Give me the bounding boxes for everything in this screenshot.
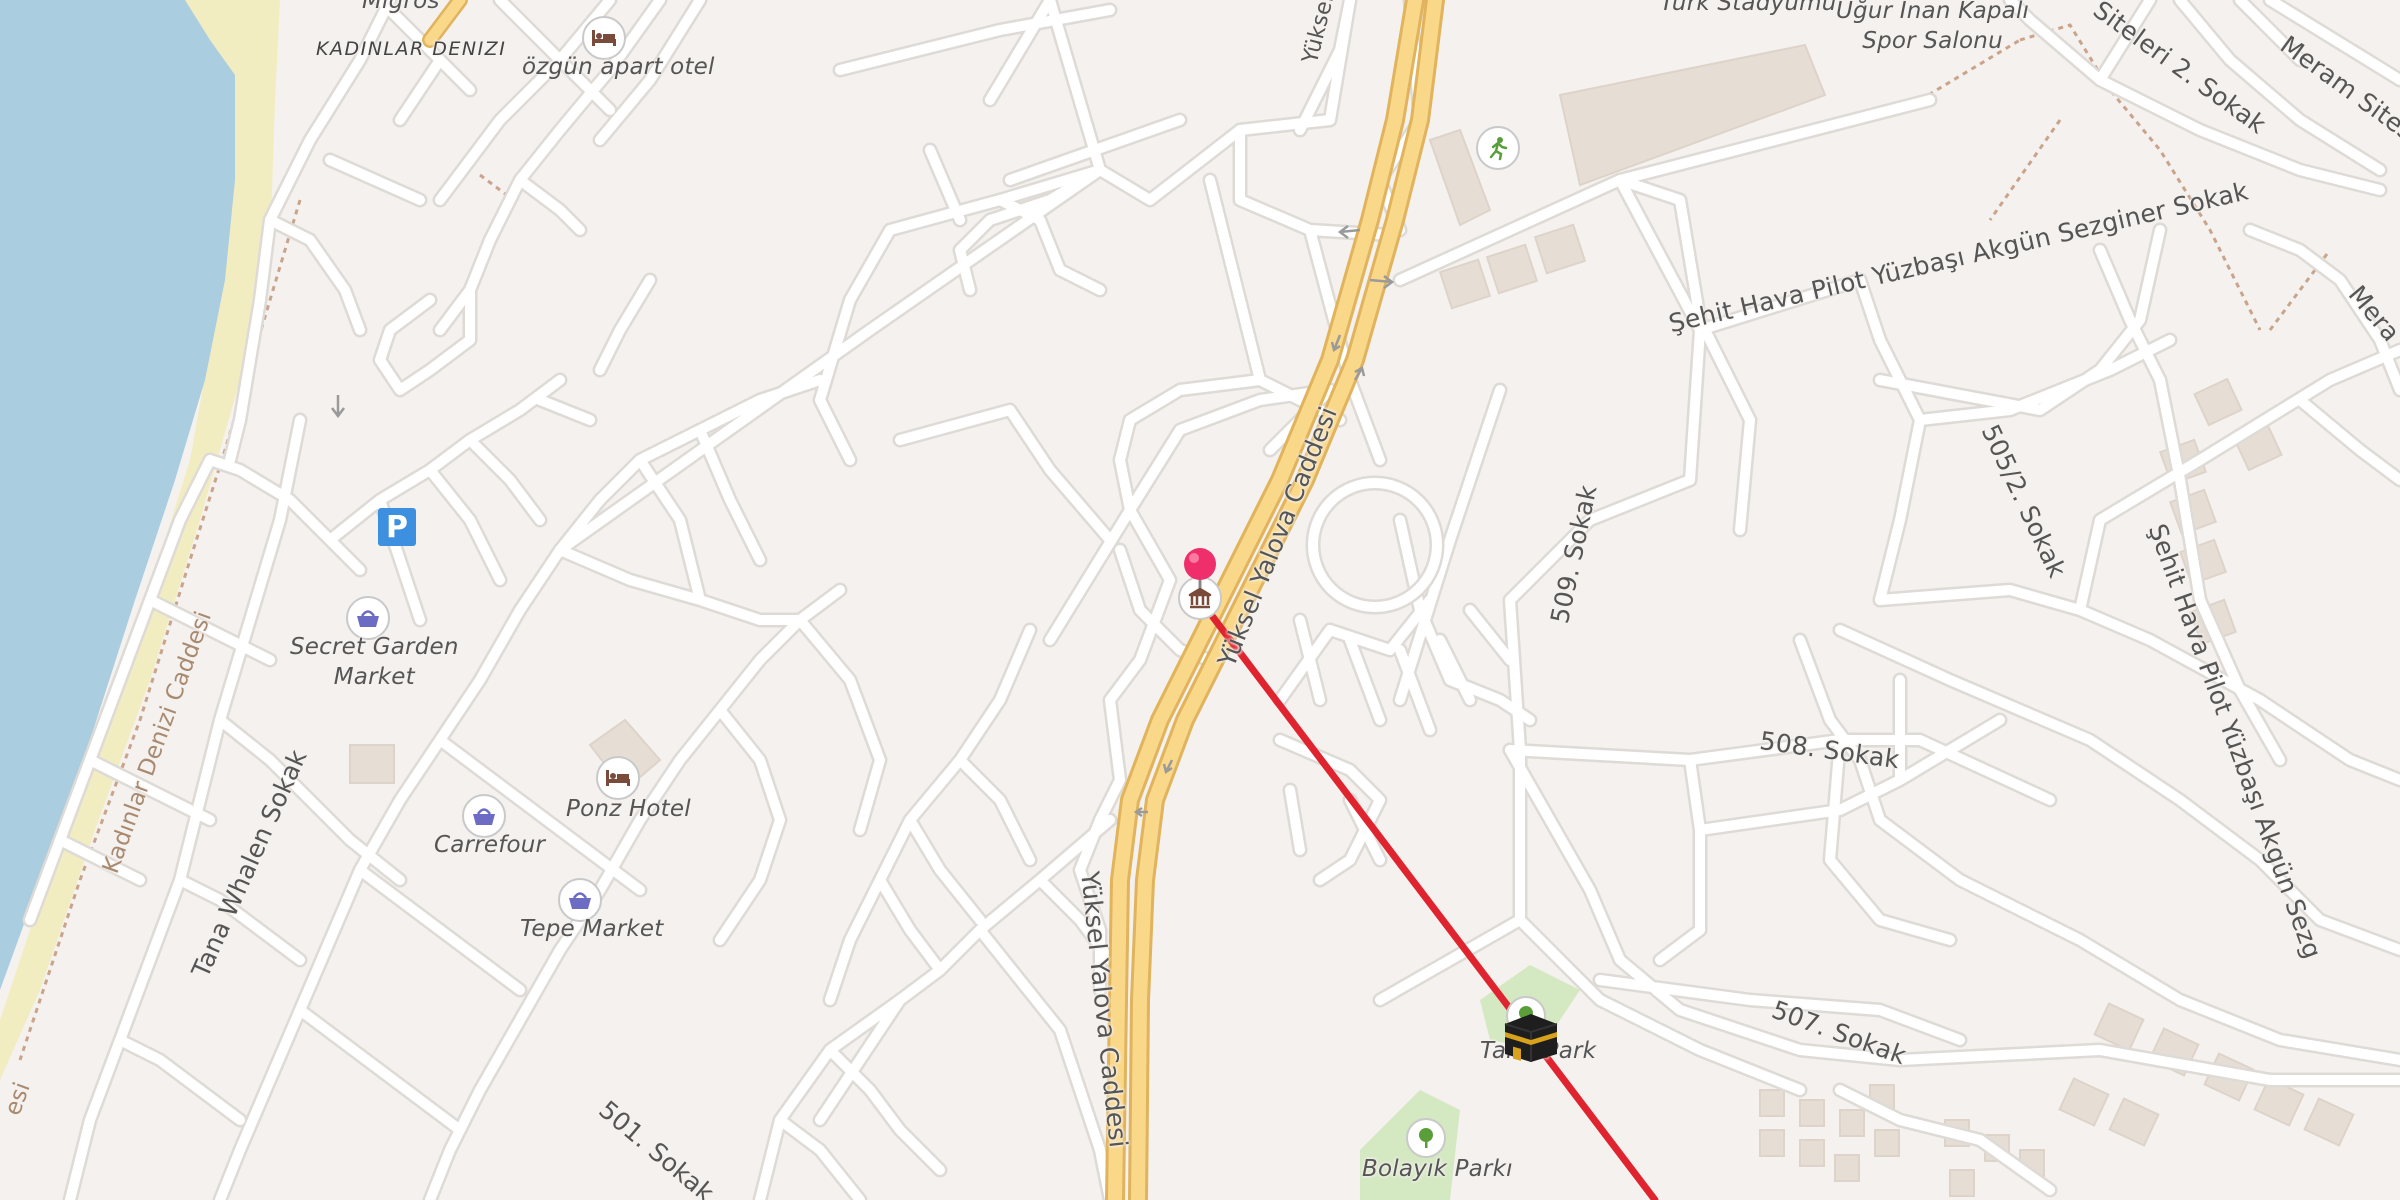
carrefour-label: Carrefour [434, 832, 546, 858]
park-tree-icon[interactable] [1406, 1118, 1446, 1158]
kaaba-icon[interactable] [1503, 1010, 1559, 1064]
sports-running-icon[interactable] [1476, 126, 1520, 170]
parking-symbol: P [386, 509, 408, 545]
ponz-hotel-label: Ponz Hotel [566, 796, 691, 822]
location-pin-icon[interactable] [1182, 546, 1218, 590]
bolayik-parki-label: Bolayık Parkı [1362, 1156, 1513, 1182]
parking-icon[interactable]: P [378, 508, 416, 546]
map-canvas[interactable]: KADINLAR DENIZI Migros Yüksel Yalova Cad… [0, 0, 2400, 1200]
area-label: KADINLAR DENIZI [316, 38, 507, 60]
turk-stadyumu-label: Türk Stadyumu [1660, 0, 1837, 16]
secret-garden-market-label: Secret Garden Market [290, 634, 459, 690]
migros-label: Migros [362, 0, 440, 14]
ozgun-apart-otel-label: özgün apart otel [522, 54, 715, 80]
tepe-market-label: Tepe Market [520, 916, 664, 942]
ugur-inan-spor-salonu-label: Uğur İnan Kapalı Spor Salonu [1836, 0, 2030, 54]
